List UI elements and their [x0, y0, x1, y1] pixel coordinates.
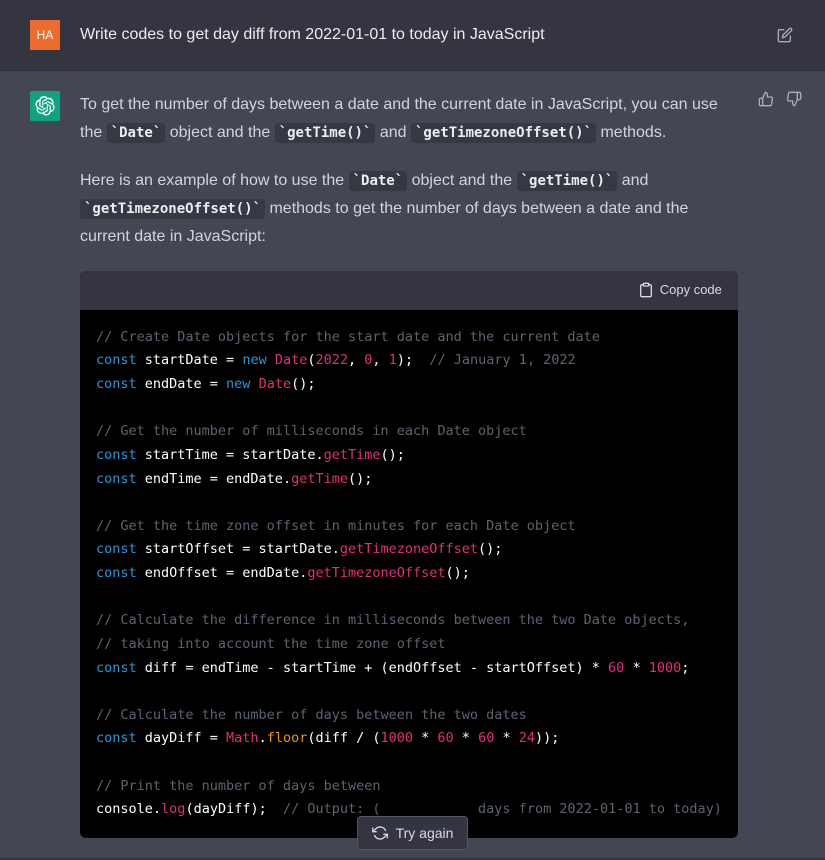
copy-code-label: Copy code	[660, 279, 722, 302]
edit-button[interactable]	[775, 25, 795, 45]
thumbs-down-button[interactable]	[786, 91, 804, 109]
thumbs-up-button[interactable]	[758, 91, 776, 109]
ai-response-content: To get the number of days between a date…	[80, 91, 738, 838]
code-content: // Create Date objects for the start dat…	[80, 310, 738, 838]
user-avatar: HA	[30, 20, 60, 50]
code-gettime: `getTime()`	[275, 123, 376, 143]
code-gettimezone: `getTimezoneOffset()`	[80, 199, 265, 219]
thumbs-down-icon	[786, 91, 802, 107]
clipboard-icon	[638, 282, 654, 298]
code-block: Copy code // Create Date objects for the…	[80, 271, 738, 838]
ai-message-row: To get the number of days between a date…	[0, 71, 825, 858]
response-paragraph-1: To get the number of days between a date…	[80, 91, 738, 147]
thumbs-up-icon	[758, 91, 774, 107]
code-date: `Date`	[107, 123, 166, 143]
edit-icon	[777, 27, 793, 43]
code-gettimezone: `getTimezoneOffset()`	[411, 123, 596, 143]
code-header: Copy code	[80, 271, 738, 310]
copy-code-button[interactable]: Copy code	[638, 279, 722, 302]
code-gettime: `getTime()`	[517, 171, 618, 191]
try-again-label: Try again	[396, 825, 454, 841]
code-date: `Date`	[349, 171, 408, 191]
user-message-row: HA Write codes to get day diff from 2022…	[0, 0, 825, 71]
user-prompt-text: Write codes to get day diff from 2022-01…	[80, 26, 755, 44]
ai-avatar	[30, 91, 60, 121]
feedback-buttons	[758, 91, 804, 838]
refresh-icon	[372, 825, 388, 841]
try-again-button[interactable]: Try again	[357, 816, 469, 850]
response-paragraph-2: Here is an example of how to use the `Da…	[80, 167, 738, 251]
openai-icon	[35, 96, 55, 116]
